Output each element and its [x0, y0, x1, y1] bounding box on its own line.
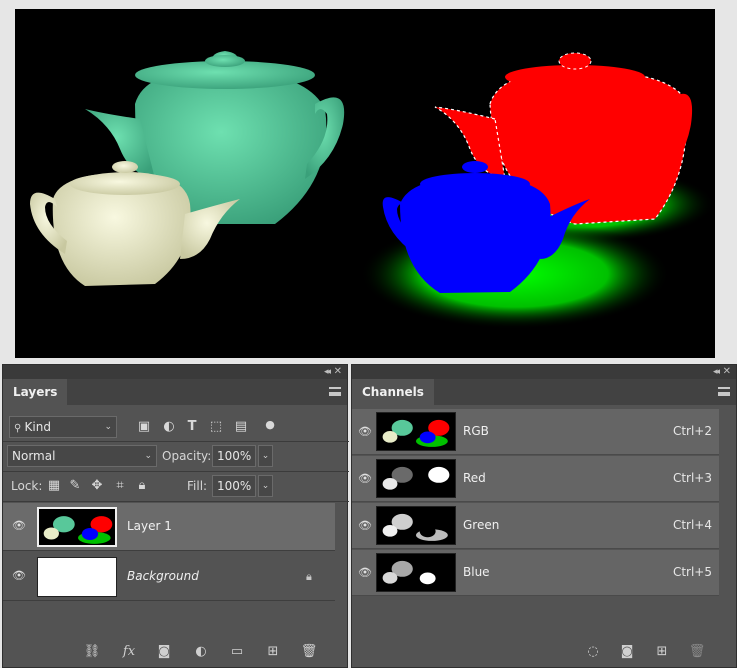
lock-artboard-icon[interactable]: ⌗	[112, 478, 128, 494]
canvas-artwork	[30, 51, 715, 329]
panel-menu-icon[interactable]	[329, 387, 341, 396]
channel-name: Blue	[463, 565, 490, 579]
layers-panel-topbar: ◂◂ ✕	[3, 365, 347, 379]
layer-lock-icon: 🔒︎	[306, 570, 312, 583]
channels-tabbar: Channels	[352, 379, 736, 405]
new-adjustment-layer-icon[interactable]: ◐	[192, 643, 210, 661]
channel-shortcut: Ctrl+3	[672, 471, 712, 485]
visibility-eye-icon[interactable]: 👁︎	[358, 426, 372, 437]
divider	[3, 441, 349, 442]
blend-mode-value: Normal	[12, 449, 56, 463]
channel-thumbnail	[376, 553, 456, 592]
layer-row-layer-1[interactable]: 👁︎ Layer 1	[3, 503, 335, 551]
layers-footer: ⛓ fx ◙ ◐ ▭ ⊞ 🗑︎	[3, 637, 347, 667]
channel-thumbnail	[376, 412, 456, 451]
channel-shortcut: Ctrl+4	[672, 518, 712, 532]
channel-row-blue[interactable]: 👁︎ Blue Ctrl+5	[352, 550, 719, 596]
divider	[3, 501, 349, 502]
channel-name: Red	[463, 471, 486, 485]
channel-row-red[interactable]: 👁︎ Red Ctrl+3	[352, 456, 719, 502]
add-layer-style-icon[interactable]: fx	[120, 643, 138, 661]
blend-opacity-row: Normal ⌄ Opacity: 100% ⌄	[3, 443, 349, 471]
channel-name: Green	[463, 518, 500, 532]
fill-dropdown-arrow[interactable]: ⌄	[258, 475, 273, 497]
lock-transparent-pixels-icon[interactable]: ▦	[46, 478, 62, 494]
collapse-panel-icon[interactable]: ◂◂	[713, 365, 720, 379]
close-panel-icon[interactable]: ✕	[334, 365, 342, 379]
search-icon: ⚲	[14, 423, 25, 434]
close-panel-icon[interactable]: ✕	[723, 365, 731, 379]
channel-name: RGB	[463, 424, 489, 438]
layer-thumbnail	[37, 507, 117, 547]
new-group-folder-icon[interactable]: ▭	[228, 643, 246, 661]
collapse-panel-icon[interactable]: ◂◂	[324, 365, 331, 379]
link-layers-icon[interactable]: ⛓	[83, 643, 101, 661]
tab-layers[interactable]: Layers	[3, 379, 68, 405]
delete-channel-trash-icon[interactable]: 🗑︎	[688, 643, 706, 661]
layers-panel: ◂◂ ✕ Layers ⚲ Kind ⌄ ▣ ◐ T ⬚ ▤ ● Normal …	[2, 364, 349, 668]
channels-scrollbar[interactable]	[720, 407, 736, 639]
filter-pixel-layers-icon[interactable]: ▣	[136, 419, 152, 435]
filter-smart-objects-icon[interactable]: ▤	[233, 419, 249, 435]
channel-shortcut: Ctrl+5	[672, 565, 712, 579]
tab-channels[interactable]: Channels	[352, 379, 434, 405]
save-selection-as-channel-icon[interactable]: ◙	[618, 643, 636, 661]
channels-panel: ◂◂ ✕ Channels 👁︎ RGB Ctrl+2 👁︎ Red Ctrl+…	[351, 364, 737, 668]
lock-label: Lock:	[11, 479, 43, 493]
divider	[3, 471, 349, 472]
layer-thumbnail	[37, 557, 117, 597]
new-channel-icon[interactable]: ⊞	[653, 643, 671, 661]
lock-fill-row: Lock: ▦ ✎ ✥ ⌗ 🔒︎ Fill: 100% ⌄	[3, 473, 349, 501]
visibility-eye-icon[interactable]: 👁︎	[358, 473, 372, 484]
fill-label: Fill:	[187, 479, 208, 493]
opacity-field[interactable]: 100%	[212, 445, 256, 467]
channel-thumbnail	[376, 459, 456, 498]
chevron-down-icon: ⌄	[104, 422, 112, 432]
chevron-down-icon: ⌄	[144, 451, 152, 461]
lock-position-icon[interactable]: ✥	[89, 478, 105, 494]
new-layer-icon[interactable]: ⊞	[264, 643, 282, 661]
load-channel-as-selection-icon[interactable]: ◌	[584, 643, 602, 661]
visibility-eye-icon[interactable]: 👁︎	[12, 570, 26, 581]
filter-shape-layers-icon[interactable]: ⬚	[208, 419, 224, 435]
channel-thumbnail	[376, 506, 456, 545]
visibility-eye-icon[interactable]: 👁︎	[12, 520, 26, 531]
filter-type-layers-icon[interactable]: T	[184, 419, 200, 435]
fill-field[interactable]: 100%	[212, 475, 256, 497]
filter-toggle-icon[interactable]: ●	[262, 417, 278, 433]
lock-image-pixels-icon[interactable]: ✎	[67, 478, 83, 494]
delete-layer-trash-icon[interactable]: 🗑︎	[300, 643, 318, 661]
opacity-label: Opacity:	[162, 449, 212, 463]
add-layer-mask-icon[interactable]: ◙	[155, 643, 173, 661]
layer-row-background[interactable]: 👁︎ Background 🔒︎	[3, 553, 335, 601]
filter-adjustment-layers-icon[interactable]: ◐	[161, 419, 177, 435]
visibility-eye-icon[interactable]: 👁︎	[358, 567, 372, 578]
channel-row-green[interactable]: 👁︎ Green Ctrl+4	[352, 503, 719, 549]
filter-kind-label: Kind	[24, 420, 51, 434]
layer-filter-row: ⚲ Kind ⌄ ▣ ◐ T ⬚ ▤ ●	[3, 413, 349, 441]
filter-kind-dropdown[interactable]: ⚲ Kind ⌄	[9, 416, 117, 438]
layer-name[interactable]: Layer 1	[127, 519, 172, 533]
canvas-area	[0, 0, 737, 364]
channels-footer: ◌ ◙ ⊞ 🗑︎	[352, 637, 736, 667]
opacity-dropdown-arrow[interactable]: ⌄	[258, 445, 273, 467]
layer-name[interactable]: Background	[127, 569, 199, 583]
document-canvas[interactable]	[15, 9, 715, 358]
channels-panel-topbar: ◂◂ ✕	[352, 365, 736, 379]
channel-shortcut: Ctrl+2	[672, 424, 712, 438]
blend-mode-dropdown[interactable]: Normal ⌄	[7, 445, 157, 467]
visibility-eye-icon[interactable]: 👁︎	[358, 520, 372, 531]
panel-menu-icon[interactable]	[718, 387, 730, 396]
layers-tabbar: Layers	[3, 379, 347, 405]
channel-row-rgb[interactable]: 👁︎ RGB Ctrl+2	[352, 409, 719, 455]
lock-all-icon[interactable]: 🔒︎	[134, 478, 150, 494]
